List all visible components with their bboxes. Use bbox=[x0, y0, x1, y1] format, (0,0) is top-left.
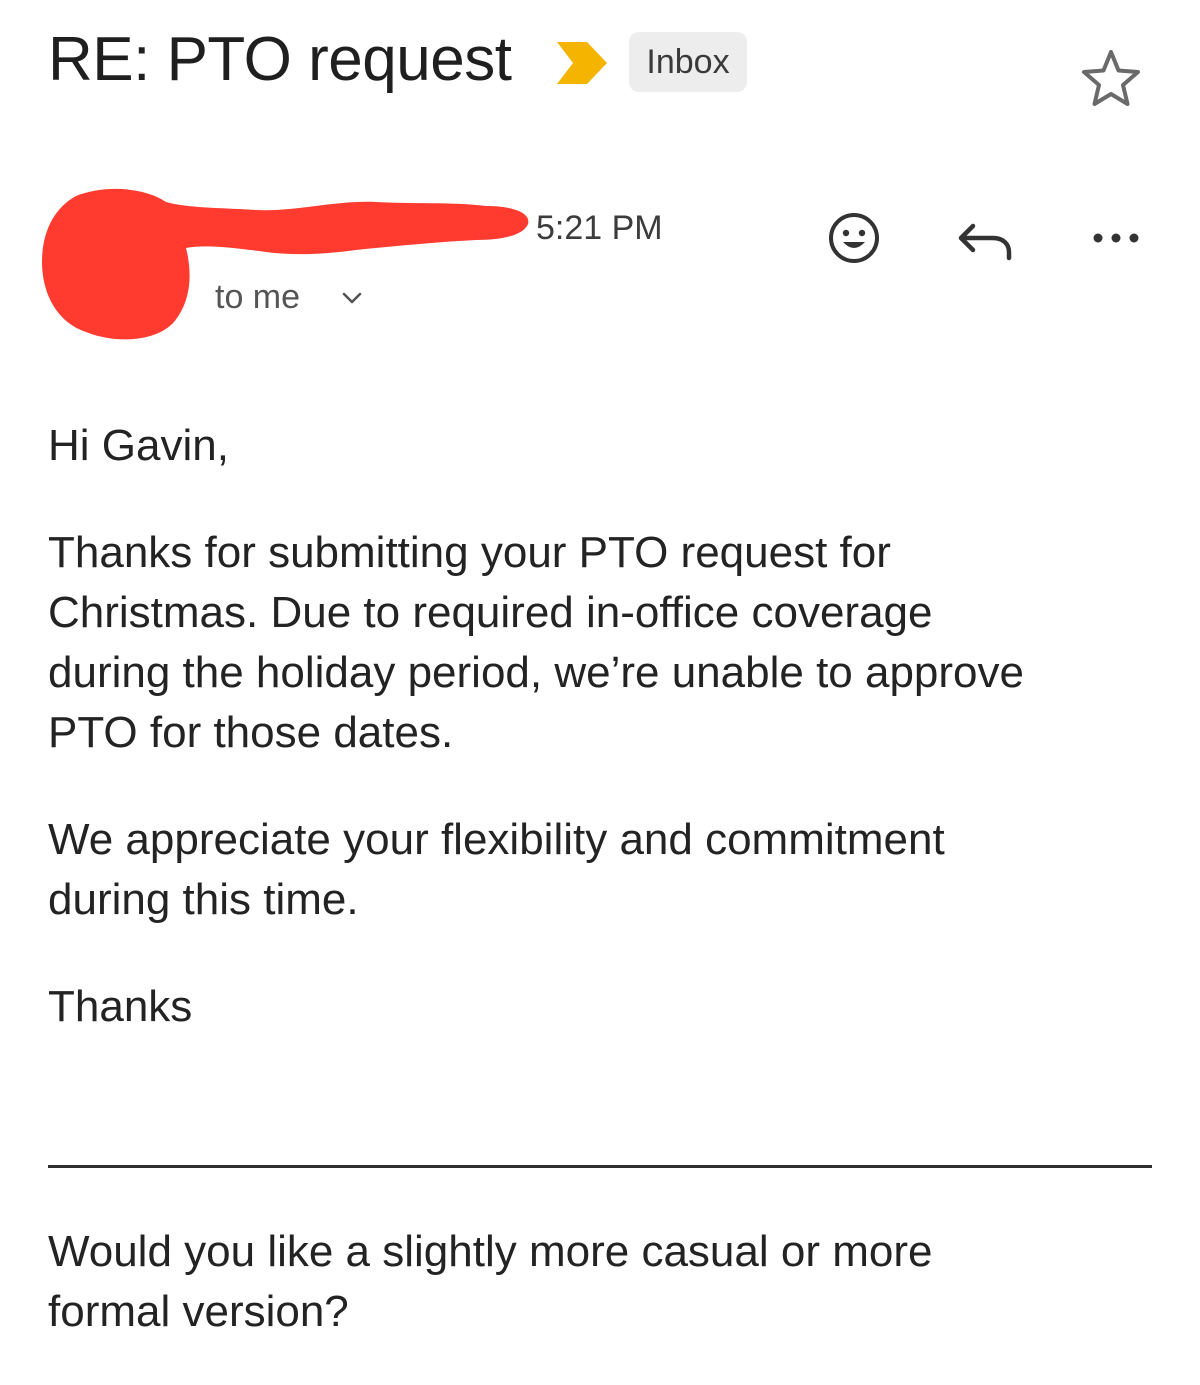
paragraph-line: Christmas. Due to required in-office cov… bbox=[48, 588, 933, 637]
paragraph-line: We appreciate your flexibility and commi… bbox=[48, 815, 945, 864]
paragraph-line: during this time. bbox=[48, 875, 359, 924]
content-divider bbox=[48, 1165, 1152, 1168]
chevron-down-icon[interactable] bbox=[340, 290, 364, 306]
paragraph-line: during the holiday period, we’re unable … bbox=[48, 648, 1024, 697]
paragraph-line: Thanks for submitting your PTO request f… bbox=[48, 528, 891, 577]
star-icon[interactable] bbox=[1078, 46, 1144, 112]
email-subject: RE: PTO request bbox=[48, 25, 512, 94]
more-options-icon[interactable] bbox=[1086, 206, 1150, 270]
message-time: 5:21 PM bbox=[536, 209, 663, 247]
paragraph-line: PTO for those dates. bbox=[48, 708, 454, 757]
followup-line: formal version? bbox=[48, 1287, 349, 1336]
email-paragraph-2: We appreciate your flexibility and commi… bbox=[48, 810, 945, 930]
email-paragraph-1: Thanks for submitting your PTO request f… bbox=[48, 523, 1024, 763]
importance-marker-icon[interactable] bbox=[553, 40, 609, 86]
followup-question: Would you like a slightly more casual or… bbox=[48, 1222, 932, 1342]
sender-redaction bbox=[42, 188, 529, 340]
reply-icon[interactable] bbox=[953, 206, 1017, 270]
email-signoff: Thanks bbox=[48, 982, 193, 1031]
emoji-reaction-icon[interactable] bbox=[822, 206, 886, 270]
email-greeting: Hi Gavin, bbox=[48, 421, 229, 470]
followup-line: Would you like a slightly more casual or… bbox=[48, 1227, 933, 1276]
recipient-label[interactable]: to me bbox=[215, 276, 300, 318]
inbox-label-chip[interactable]: Inbox bbox=[629, 32, 747, 92]
